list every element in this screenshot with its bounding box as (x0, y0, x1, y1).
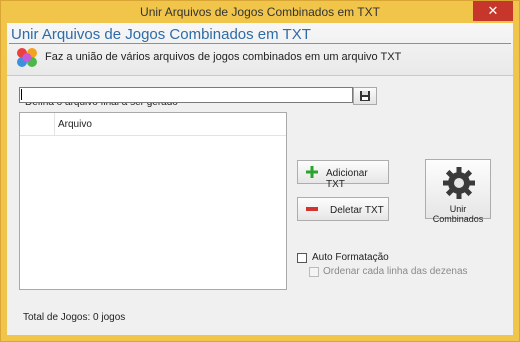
files-list[interactable]: Arquivo (19, 112, 287, 290)
floppy-disk-icon (360, 91, 370, 101)
header-description: Faz a união de vários arquivos de jogos … (45, 51, 402, 63)
close-button[interactable]: ✕ (473, 1, 513, 21)
column-header-arquivo[interactable]: Arquivo (58, 119, 92, 130)
add-txt-button[interactable]: Adicionar TXT (297, 160, 389, 190)
header-divider (9, 43, 511, 44)
order-lines-label: Ordenar cada linha das dezenas (323, 266, 468, 277)
plus-icon (306, 166, 318, 178)
minus-icon (306, 207, 318, 211)
auto-format-checkbox[interactable] (297, 253, 307, 263)
column-header-blank[interactable] (20, 113, 55, 135)
lottery-balls-icon (17, 48, 37, 67)
window-title: Unir Arquivos de Jogos Combinados em TXT (140, 5, 380, 19)
add-txt-label: Adicionar TXT (326, 168, 368, 190)
merge-combined-label: Unir Combinados (432, 204, 484, 224)
gear-icon (443, 167, 475, 199)
total-games-status: Total de Jogos: 0 jogos (23, 312, 126, 323)
header-panel: Unir Arquivos de Jogos Combinados em TXT… (7, 23, 513, 76)
title-bar[interactable]: Unir Arquivos de Jogos Combinados em TXT… (1, 1, 519, 23)
merge-combined-button[interactable]: Unir Combinados (425, 159, 491, 224)
order-lines-checkbox[interactable] (309, 267, 319, 277)
app-window: Unir Arquivos de Jogos Combinados em TXT… (0, 0, 520, 342)
list-header: Arquivo (20, 113, 286, 136)
auto-format-label[interactable]: Auto Formatação (312, 252, 389, 263)
output-file-input[interactable] (19, 87, 353, 103)
delete-txt-button[interactable]: Deletar TXT (297, 197, 389, 221)
save-file-button[interactable] (353, 87, 377, 105)
header-title: Unir Arquivos de Jogos Combinados em TXT (11, 26, 311, 43)
delete-txt-label: Deletar TXT (330, 205, 384, 216)
text-caret (21, 89, 22, 100)
